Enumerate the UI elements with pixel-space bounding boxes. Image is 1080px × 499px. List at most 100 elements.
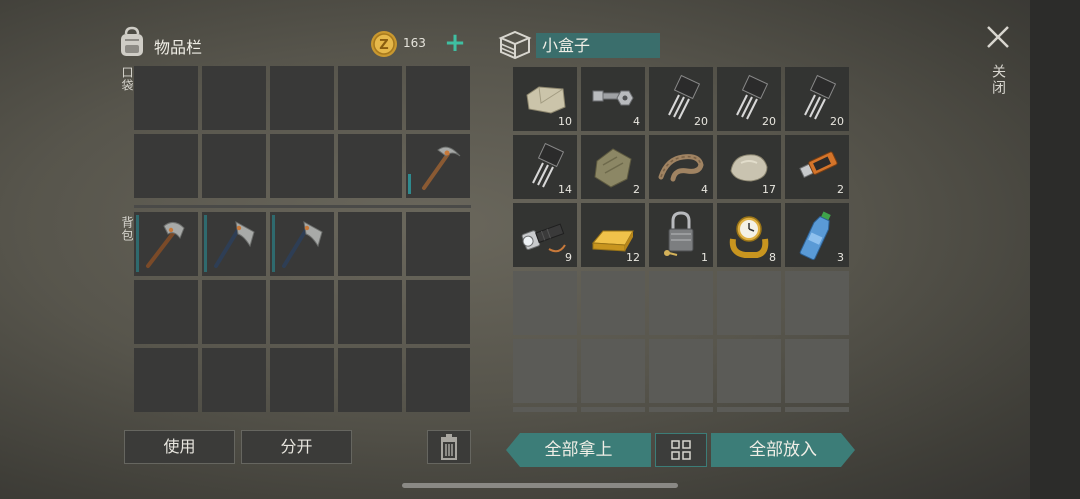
coin-count: 163 — [403, 36, 426, 50]
container-slot[interactable]: 9 — [513, 203, 577, 267]
padlock-icon — [664, 211, 694, 256]
take-all-button[interactable]: 全部拿上 — [506, 433, 651, 467]
split-button[interactable]: 分开 — [241, 430, 352, 464]
item-quantity: 4 — [633, 115, 640, 128]
backpack-slot[interactable] — [338, 212, 402, 276]
home-indicator[interactable] — [402, 483, 678, 488]
container-slot[interactable] — [513, 271, 577, 335]
close-icon[interactable] — [985, 24, 1011, 50]
axe-icon — [214, 221, 255, 268]
pocket-slot[interactable] — [270, 66, 334, 130]
backpack-slot[interactable] — [270, 212, 334, 276]
container-slot[interactable]: 4 — [581, 67, 645, 131]
backpack-slot[interactable] — [202, 348, 266, 412]
container-slot[interactable] — [785, 339, 849, 403]
item-quantity: 12 — [626, 251, 640, 264]
durability-bar — [408, 174, 411, 194]
cloth-icon — [594, 148, 632, 188]
trash-button[interactable] — [427, 430, 471, 464]
backpack-slot[interactable] — [270, 348, 334, 412]
item-quantity: 20 — [762, 115, 776, 128]
container-slot[interactable]: 1 — [649, 203, 713, 267]
backpack-slot[interactable] — [134, 212, 198, 276]
container-slot[interactable] — [785, 271, 849, 335]
item-quantity: 9 — [565, 251, 572, 264]
put-all-button[interactable]: 全部放入 — [711, 433, 855, 467]
pocket-slot[interactable] — [406, 134, 470, 198]
container-slot[interactable] — [717, 271, 781, 335]
item-quantity: 20 — [694, 115, 708, 128]
container-slot[interactable] — [513, 339, 577, 403]
container-slot[interactable]: 4 — [649, 135, 713, 199]
backpack-slot[interactable] — [338, 348, 402, 412]
container-slot[interactable] — [649, 407, 713, 412]
backpack-slot[interactable] — [134, 280, 198, 344]
container-slot[interactable]: 2 — [785, 135, 849, 199]
item-quantity: 3 — [837, 251, 844, 264]
container-slot[interactable] — [581, 271, 645, 335]
gold-watch-icon — [729, 216, 769, 258]
container-slot[interactable] — [717, 339, 781, 403]
container-slot[interactable]: 10 — [513, 67, 577, 131]
add-coins-button[interactable]: + — [440, 26, 470, 60]
svg-text:Z: Z — [379, 38, 388, 53]
durability-bar — [272, 215, 275, 272]
sort-button[interactable] — [655, 433, 707, 467]
trash-icon — [441, 434, 457, 460]
backpack-slot[interactable] — [338, 280, 402, 344]
grid-sort-icon — [671, 440, 691, 460]
container-slot[interactable] — [717, 407, 781, 412]
backpack-slot[interactable] — [406, 348, 470, 412]
axe-icon — [282, 221, 323, 268]
close-label[interactable]: 关闭 — [988, 64, 1008, 96]
durability-bar — [136, 215, 139, 272]
flashlight-icon — [521, 223, 566, 253]
container-slot[interactable]: 12 — [581, 203, 645, 267]
container-slot[interactable]: 17 — [717, 135, 781, 199]
container-slot[interactable]: 3 — [785, 203, 849, 267]
pocket-slot[interactable] — [202, 66, 266, 130]
backpack-slot[interactable] — [134, 348, 198, 412]
box-icon — [498, 30, 532, 60]
container-slot[interactable]: 20 — [717, 67, 781, 131]
use-button[interactable]: 使用 — [124, 430, 235, 464]
nuts-and-bolts-icon — [592, 90, 634, 106]
pocket-slot[interactable] — [202, 134, 266, 198]
container-slot[interactable] — [581, 339, 645, 403]
side-panel — [1030, 0, 1080, 499]
backpack-slot[interactable] — [202, 212, 266, 276]
container-slot[interactable] — [581, 407, 645, 412]
container-slot[interactable] — [649, 339, 713, 403]
item-quantity: 4 — [701, 183, 708, 196]
item-quantity: 20 — [830, 115, 844, 128]
backpack-slot[interactable] — [202, 280, 266, 344]
item-quantity: 14 — [558, 183, 572, 196]
pocket-slot[interactable] — [338, 134, 402, 198]
container-slot[interactable]: 14 — [513, 135, 577, 199]
container-slot[interactable]: 2 — [581, 135, 645, 199]
container-slot[interactable] — [513, 407, 577, 412]
pocket-slot[interactable] — [338, 66, 402, 130]
backpack-slot[interactable] — [406, 212, 470, 276]
item-quantity: 8 — [769, 251, 776, 264]
item-quantity: 2 — [633, 183, 640, 196]
pickaxe-icon — [422, 146, 461, 190]
container-name: 小盒子 — [536, 33, 660, 58]
pocket-slot[interactable] — [134, 134, 198, 198]
usb-drive-icon — [799, 151, 838, 179]
pocket-slot[interactable] — [134, 66, 198, 130]
item-quantity: 1 — [701, 251, 708, 264]
durability-bar — [204, 215, 207, 272]
backpack-slot[interactable] — [406, 280, 470, 344]
backpack-slot[interactable] — [270, 280, 334, 344]
backpack-icon — [121, 26, 143, 56]
water-bottle-icon — [799, 211, 831, 261]
pocket-slot[interactable] — [406, 66, 470, 130]
coin-icon: Z — [371, 31, 397, 57]
container-slot[interactable] — [649, 271, 713, 335]
container-slot[interactable]: 20 — [785, 67, 849, 131]
container-slot[interactable]: 20 — [649, 67, 713, 131]
container-slot[interactable] — [785, 407, 849, 412]
pocket-slot[interactable] — [270, 134, 334, 198]
container-slot[interactable]: 8 — [717, 203, 781, 267]
